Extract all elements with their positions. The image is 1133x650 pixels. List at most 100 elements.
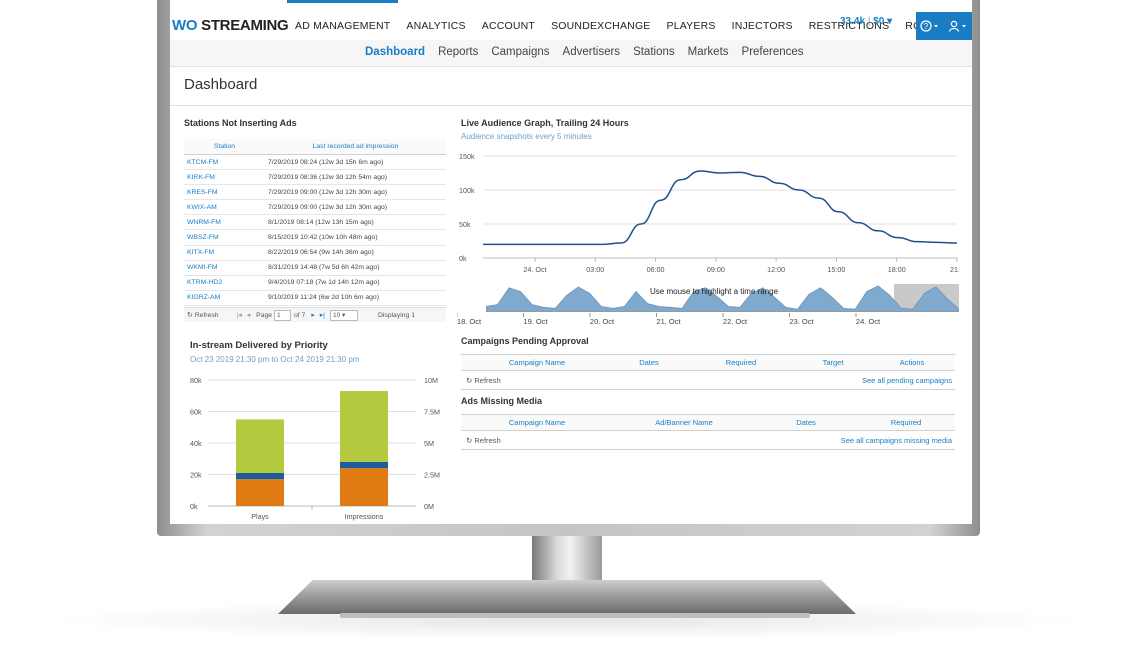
pending-refresh-button[interactable]: ↻ Refresh bbox=[461, 370, 685, 390]
table-row[interactable]: KTCM-FM 7/29/2019 08:24 (12w 3d 15h 6m ag… bbox=[184, 154, 446, 171]
nav-item-injectors[interactable]: INJECTORS bbox=[724, 0, 801, 40]
missing-refresh-button[interactable]: ↻ Refresh bbox=[461, 430, 755, 450]
station-link[interactable]: WNRM-FM bbox=[184, 214, 265, 231]
stats-separator: | bbox=[867, 16, 871, 27]
pending-col-target[interactable]: Target bbox=[797, 354, 869, 371]
pending-col-dates[interactable]: Dates bbox=[613, 354, 685, 371]
table-row[interactable]: KIRK-FM 7/29/2019 08:36 (12w 3d 12h 54m a… bbox=[184, 169, 446, 186]
missing-media-title: Ads Missing Media bbox=[461, 396, 543, 406]
missing-col-ad-banner-name[interactable]: Ad/Banner Name bbox=[613, 414, 755, 431]
pending-col-campaign-name[interactable]: Campaign Name bbox=[461, 354, 613, 371]
impression-cell: 9/10/2019 11:24 (6w 2d 10h 6m ago) bbox=[265, 290, 446, 306]
subnav-preferences[interactable]: Preferences bbox=[742, 46, 804, 58]
missing-refresh-label: Refresh bbox=[474, 435, 501, 445]
category-label: Plays bbox=[251, 512, 269, 521]
missing-col-required[interactable]: Required bbox=[857, 414, 955, 431]
nav-item-players[interactable]: PLAYERS bbox=[659, 0, 724, 40]
station-link[interactable]: KTRM-HD2 bbox=[184, 275, 265, 291]
nav-item-soundexchange[interactable]: SOUNDEXCHANGE bbox=[543, 0, 658, 40]
category-label: Impressions bbox=[345, 512, 384, 521]
brand-logo[interactable]: WO STREAMING bbox=[172, 17, 289, 34]
impression-cell: 8/15/2019 10:42 (10w 10h 48m ago) bbox=[265, 229, 446, 246]
missing-media-table: Campaign Name Ad/Banner Name Dates Requi… bbox=[461, 414, 955, 450]
nav-item-analytics[interactable]: ANALYTICS bbox=[398, 0, 473, 40]
live-audience-chart[interactable]: 0k 50k 100k 150k 24. Oct 03:00 06:00 09:00 12:00… bbox=[457, 148, 959, 282]
navigator-date-labels: 18. Oct 19. Oct 20. Oct 21. Oct 22. Oct 23. O… bbox=[457, 313, 881, 326]
station-link[interactable]: KITX-FM bbox=[184, 245, 265, 261]
monitor-screen: WO STREAMING AD MANAGEMENT ANALYTICS ACC… bbox=[170, 0, 972, 524]
monitor-neck bbox=[532, 536, 602, 582]
impression-cell: 9/4/2019 07:18 (7w 1d 14h 12m ago) bbox=[265, 275, 446, 291]
listener-count: 33.4k bbox=[840, 16, 866, 27]
station-link[interactable]: KIRK-FM bbox=[184, 169, 265, 186]
stations-panel-title: Stations Not Inserting Ads bbox=[184, 118, 297, 128]
pending-col-required[interactable]: Required bbox=[685, 354, 797, 371]
nav-item-ad-management[interactable]: AD MANAGEMENT bbox=[287, 0, 399, 43]
table-row[interactable]: WKMI-FM 8/31/2019 14:48 (7w 5d 6h 42m ago… bbox=[184, 260, 446, 276]
refresh-icon: ↻ bbox=[466, 435, 473, 445]
live-graph-title: Live Audience Graph, Trailing 24 Hours bbox=[461, 118, 629, 128]
table-row[interactable]: KIGRZ-AM 9/10/2019 11:24 (6w 2d 10h 6m ag… bbox=[184, 290, 446, 306]
subnav-stations[interactable]: Stations bbox=[633, 46, 675, 58]
account-stats[interactable]: 33.4k | $0 ▾ bbox=[840, 16, 892, 27]
subnav-reports[interactable]: Reports bbox=[438, 46, 478, 58]
y-tick-label: 0k bbox=[459, 254, 467, 263]
impression-cell: 7/29/2019 08:24 (12w 3d 15h 6m ago) bbox=[265, 154, 446, 171]
table-row[interactable]: KTRM-HD2 9/4/2019 07:18 (7w 1d 14h 12m ag… bbox=[184, 275, 446, 291]
subnav-advertisers[interactable]: Advertisers bbox=[563, 46, 621, 58]
top-nav-items: AD MANAGEMENT ANALYTICS ACCOUNT SOUNDEXC… bbox=[287, 0, 929, 40]
pending-table-header: Campaign Name Dates Required Target Acti… bbox=[461, 354, 955, 371]
station-link[interactable]: KIGRZ-AM bbox=[184, 290, 265, 306]
missing-col-campaign-name[interactable]: Campaign Name bbox=[461, 414, 613, 431]
table-row[interactable]: KWIX-AM 7/29/2019 09:00 (12w 3d 12h 30m a… bbox=[184, 199, 446, 216]
left-axis-tick-label: 20k bbox=[190, 471, 202, 480]
table-row[interactable]: WBSZ-FM 8/15/2019 10:42 (10w 10h 48m ago) bbox=[184, 229, 446, 246]
stations-table-header: Station Last recorded ad impression bbox=[184, 139, 446, 155]
stations-table-wrapper: Station Last recorded ad impression KTCM… bbox=[184, 139, 446, 306]
station-link[interactable]: KTCM-FM bbox=[184, 154, 265, 171]
pager-next-button[interactable]: ▸ bbox=[311, 311, 314, 319]
column-header-last-impression[interactable]: Last recorded ad impression bbox=[265, 139, 446, 155]
subnav-campaigns[interactable]: Campaigns bbox=[491, 46, 549, 58]
table-row[interactable]: KRES-FM 7/29/2019 09:00 (12w 3d 12h 30m a… bbox=[184, 184, 446, 201]
table-row[interactable]: WNRM-FM 8/1/2019 08:14 (12w 13h 15m ago) bbox=[184, 214, 446, 231]
station-link[interactable]: WKMI-FM bbox=[184, 260, 265, 276]
top-navigation: WO STREAMING AD MANAGEMENT ANALYTICS ACC… bbox=[170, 0, 972, 41]
brand-logo-streaming: STREAMING bbox=[201, 17, 289, 34]
stations-refresh-button[interactable]: Refresh bbox=[195, 312, 219, 319]
pager-page-input[interactable]: 1 bbox=[274, 309, 291, 321]
left-axis-tick-label: 40k bbox=[190, 439, 202, 448]
subnav-markets[interactable]: Markets bbox=[688, 46, 729, 58]
station-link[interactable]: WBSZ-FM bbox=[184, 229, 265, 246]
right-axis-tick-label: 7.5M bbox=[424, 408, 440, 417]
x-tick-label: 09:00 bbox=[707, 265, 725, 274]
missing-table-header: Campaign Name Ad/Banner Name Dates Requi… bbox=[461, 414, 955, 431]
right-axis-tick-label: 2.5M bbox=[424, 471, 440, 480]
pager-first-button[interactable]: |◂ bbox=[237, 311, 242, 319]
see-all-pending-link[interactable]: See all pending campaigns bbox=[685, 370, 955, 390]
see-all-missing-media-link[interactable]: See all campaigns missing media bbox=[755, 430, 955, 450]
pager-last-button[interactable]: ▸| bbox=[320, 311, 325, 319]
delivery-panel-title: In-stream Delivered by Priority bbox=[190, 340, 328, 351]
column-header-station[interactable]: Station bbox=[184, 139, 265, 155]
help-icon[interactable]: ? bbox=[920, 20, 940, 32]
sub-nav-items: Dashboard Reports Campaigns Advertisers … bbox=[365, 46, 817, 58]
pager-prev-button[interactable]: ◂ bbox=[247, 311, 250, 319]
user-icon[interactable] bbox=[948, 20, 968, 32]
nav-item-account[interactable]: ACCOUNT bbox=[474, 0, 543, 40]
x-tick-label: 15:00 bbox=[827, 265, 845, 274]
delivery-panel-subtitle: Oct 23 2019 21:30 pm to Oct 24 2019 21:3… bbox=[190, 355, 360, 364]
table-row[interactable]: KITX-FM 8/22/2019 06:54 (9w 14h 36m ago) bbox=[184, 245, 446, 261]
monitor-base-edge bbox=[340, 613, 810, 618]
per-page-value: 10 bbox=[332, 311, 341, 319]
account-balance: $0 bbox=[873, 16, 885, 27]
refresh-icon[interactable]: ↻ bbox=[187, 311, 193, 319]
missing-col-dates[interactable]: Dates bbox=[755, 414, 857, 431]
station-link[interactable]: KWIX-AM bbox=[184, 199, 265, 216]
navigator-date-label: 21. Oct bbox=[656, 317, 681, 326]
pending-col-actions[interactable]: Actions bbox=[869, 354, 955, 371]
header-icon-bar: ? bbox=[916, 12, 972, 40]
subnav-dashboard[interactable]: Dashboard bbox=[365, 46, 425, 58]
pager-per-page-select[interactable]: 10 ▾ bbox=[329, 309, 358, 321]
station-link[interactable]: KRES-FM bbox=[184, 184, 265, 201]
